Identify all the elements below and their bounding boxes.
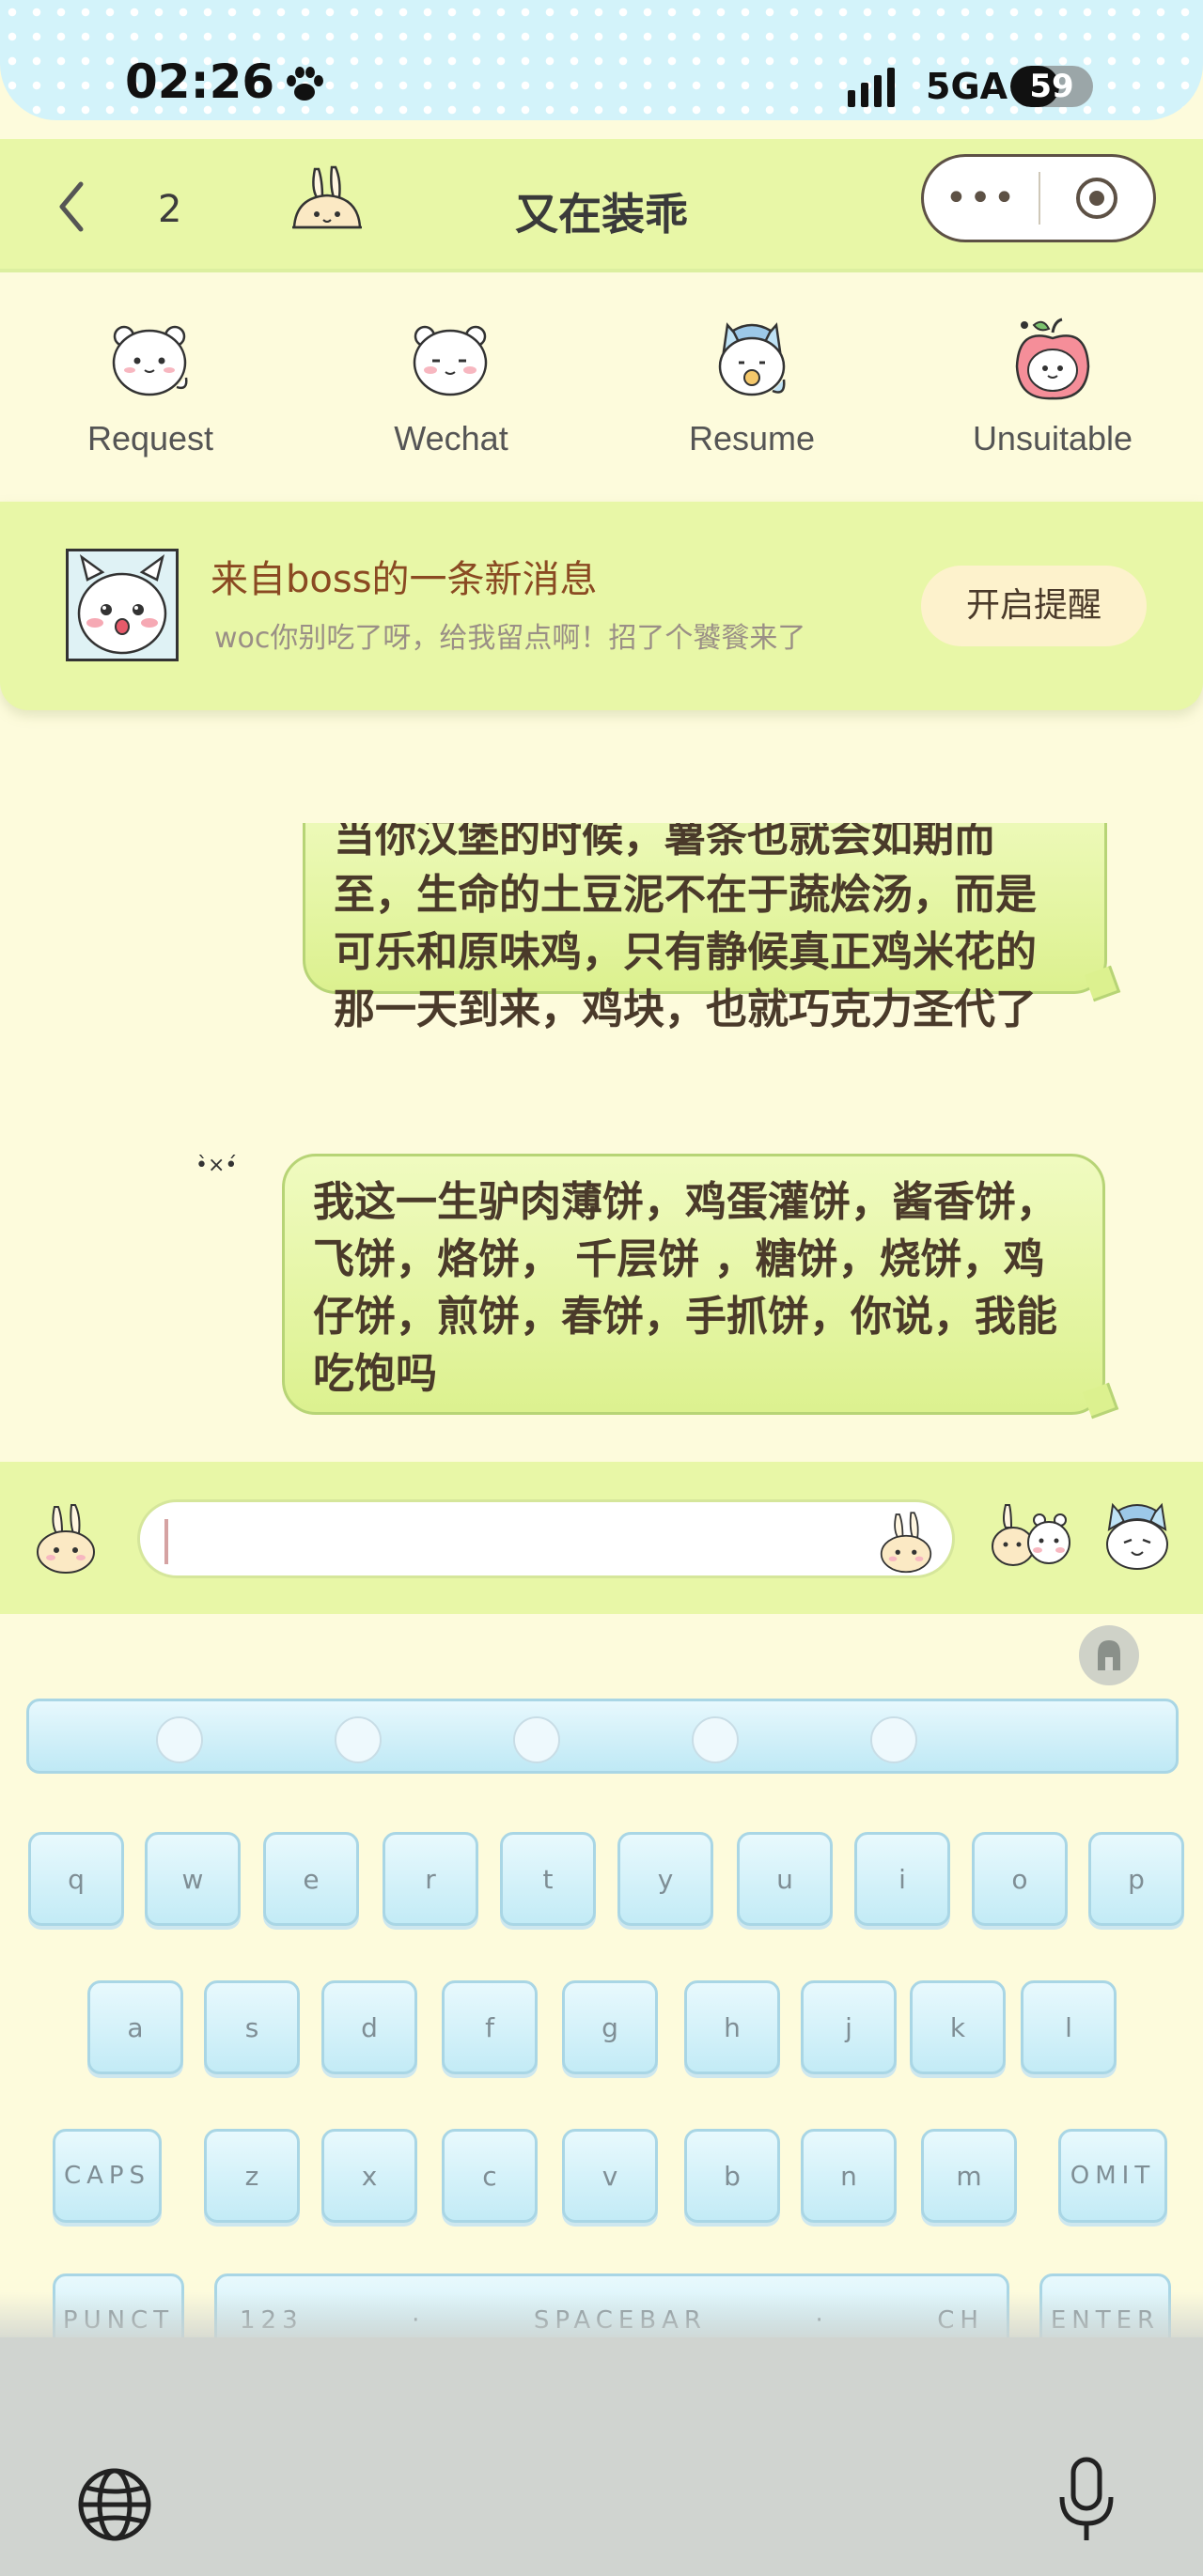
candidate-slot-icon[interactable]	[156, 1716, 203, 1763]
bear-blush-icon	[413, 325, 488, 396]
bunny-sticker-icon[interactable]	[32, 1499, 100, 1575]
key-l[interactable]: l	[1021, 1980, 1117, 2074]
boss-avatar	[66, 549, 179, 661]
tab-label: Request	[86, 419, 214, 458]
key-a[interactable]: a	[87, 1980, 183, 2074]
key-d[interactable]: d	[321, 1980, 417, 2074]
key-x[interactable]: x	[321, 2129, 417, 2223]
tab-label: Wechat	[394, 419, 508, 458]
tab-wechat[interactable]: Wechat	[301, 276, 602, 498]
notification-title: 来自boss的一条新消息	[211, 558, 598, 601]
keyboard-toggle-button[interactable]	[1079, 1625, 1139, 1685]
keyboard-skin-icon	[1098, 1640, 1120, 1670]
status-time: 02:26	[125, 54, 275, 109]
apple-bear-icon	[1015, 318, 1090, 400]
key-z[interactable]: z	[204, 2129, 300, 2223]
key-f[interactable]: f	[442, 1980, 538, 2074]
message-bubble[interactable]: 当你汉堡的时候，薯条也就会如期而至，生命的土豆泥不在于蔬烩汤，而是可乐和原味鸡，…	[303, 823, 1107, 1033]
key-i[interactable]: i	[854, 1832, 950, 1926]
tab-request[interactable]: Request	[0, 276, 301, 498]
key-p[interactable]: p	[1088, 1832, 1184, 1926]
omit-key[interactable]: OMIT	[1058, 2129, 1167, 2223]
notification-message: woc你别吃了呀，给我留点啊！招了个饕餮来了	[214, 622, 806, 655]
candidate-slot-icon[interactable]	[513, 1716, 560, 1763]
key-y[interactable]: y	[617, 1832, 713, 1926]
key-h[interactable]: h	[684, 1980, 780, 2074]
nav-bar: 2 又在装乖 •••	[0, 139, 1203, 272]
key-q[interactable]: q	[28, 1832, 124, 1926]
key-v[interactable]: v	[562, 2129, 658, 2223]
capsule-menu: •••	[921, 154, 1156, 242]
candidate-slot-icon[interactable]	[870, 1716, 917, 1763]
text-caret	[164, 1519, 168, 1564]
tab-resume[interactable]: Resume	[602, 276, 902, 498]
bunny-avatar-icon	[69, 551, 176, 659]
caps-key[interactable]: CAPS	[53, 2129, 162, 2223]
bunny-sticker-icon[interactable]	[873, 1508, 939, 1574]
friends-sticker-icon[interactable]	[987, 1496, 1071, 1575]
message-bubble[interactable]: 我这一生驴肉薄饼，鸡蛋灌饼，酱香饼，飞饼，烙饼， 千层饼 ，糖饼，烧饼，鸡仔饼，…	[282, 1154, 1105, 1415]
key-k[interactable]: k	[910, 1980, 1006, 2074]
microphone-icon[interactable]	[1055, 2456, 1118, 2546]
tab-label: Resume	[688, 419, 816, 458]
target-icon	[1075, 178, 1117, 219]
system-keyboard-bar	[0, 2337, 1203, 2576]
message-text: 我这一生驴肉薄饼，鸡蛋灌饼，酱香饼，飞饼，烙饼， 千层饼 ，糖饼，烧饼，鸡仔饼，…	[313, 1178, 1057, 1398]
chat-area: 当你汉堡的时候，薯条也就会如期而至，生命的土豆泥不在于蔬烩汤，而是可乐和原味鸡，…	[0, 823, 1203, 1462]
key-e[interactable]: e	[263, 1832, 359, 1926]
more-button[interactable]: •••	[924, 177, 1039, 220]
keyboard: qwertyuiopasdfghjklCAPSzxcvbnmOMITPUNCT1…	[0, 1614, 1203, 2367]
key-n[interactable]: n	[801, 2129, 897, 2223]
key-b[interactable]: b	[684, 2129, 780, 2223]
signal-icon	[848, 68, 895, 107]
key-r[interactable]: r	[383, 1832, 478, 1926]
emoticon-text: •̀×•́	[195, 1154, 238, 1177]
key-t[interactable]: t	[500, 1832, 596, 1926]
key-j[interactable]: j	[801, 1980, 897, 2074]
paw-icon	[287, 67, 323, 101]
tab-label: Unsuitable	[972, 419, 1133, 458]
status-bar: 02:26 5GA 59	[0, 0, 1203, 120]
network-type: 5GA	[926, 66, 1008, 107]
message-text: 当你汉堡的时候，薯条也就会如期而至，生命的土豆泥不在于蔬烩汤，而是可乐和原味鸡，…	[334, 823, 1037, 1033]
key-c[interactable]: c	[442, 2129, 538, 2223]
key-u[interactable]: u	[737, 1832, 833, 1926]
notification-card[interactable]: 来自boss的一条新消息 woc你别吃了呀，给我留点啊！招了个饕餮来了 开启提醒	[0, 502, 1203, 710]
key-s[interactable]: s	[204, 1980, 300, 2074]
cat-sticker-icon[interactable]	[1100, 1496, 1175, 1575]
globe-icon[interactable]	[75, 2465, 154, 2544]
cat-hat-icon	[718, 322, 786, 396]
close-miniprogram-button[interactable]	[1040, 175, 1153, 222]
action-tabs: Request Wechat Resume Unsuitable	[0, 276, 1203, 498]
candidate-bar	[26, 1699, 1179, 1774]
key-m[interactable]: m	[921, 2129, 1017, 2223]
candidate-slot-icon[interactable]	[692, 1716, 739, 1763]
input-bar	[0, 1462, 1203, 1614]
key-w[interactable]: w	[145, 1832, 241, 1926]
message-input[interactable]	[137, 1499, 955, 1578]
bear-face-icon	[112, 325, 188, 396]
enable-reminder-button[interactable]: 开启提醒	[921, 566, 1147, 646]
battery-level: 59	[1029, 68, 1074, 105]
candidate-slot-icon[interactable]	[335, 1716, 382, 1763]
tab-unsuitable[interactable]: Unsuitable	[902, 276, 1203, 498]
key-o[interactable]: o	[972, 1832, 1068, 1926]
battery-icon: 59	[1010, 66, 1093, 107]
key-g[interactable]: g	[562, 1980, 658, 2074]
